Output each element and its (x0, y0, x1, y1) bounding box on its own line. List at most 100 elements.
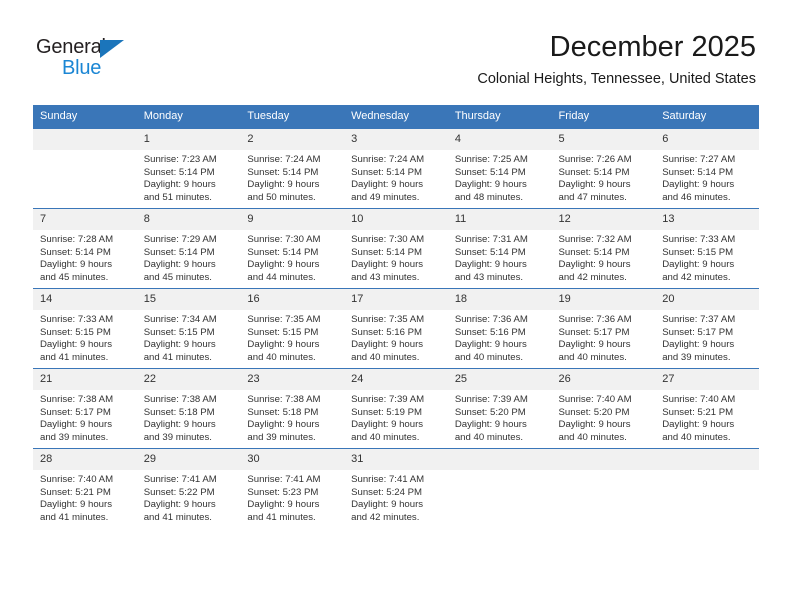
daylight-text: Daylight: 9 hours (558, 259, 631, 271)
calendar-day-cell-21[interactable]: 21 Sunrise: 7:38 AM Sunset: 5:17 PM Dayligh… (33, 369, 137, 448)
calendar-day-cell-24[interactable]: 24 Sunrise: 7:39 AM Sunset: 5:19 PM Dayligh… (344, 369, 448, 448)
calendar-day-cell-5[interactable]: 5 Sunrise: 7:26 AM Sunset: 5:14 PM Daylight… (551, 129, 656, 208)
general-blue-logo[interactable]: General Blue (36, 36, 146, 82)
calendar-day-cell-10[interactable]: 10 Sunrise: 7:30 AM Sunset: 5:14 PM Dayligh… (344, 209, 448, 288)
calendar-day-cell-empty (33, 129, 137, 208)
calendar-week-row: 7 Sunrise: 7:28 AM Sunset: 5:14 PM Daylight… (33, 209, 759, 288)
day-detail: Sunrise: 7:30 AM Sunset: 5:14 PM Daylight:… (344, 230, 448, 284)
calendar-day-cell-1[interactable]: 1 Sunrise: 7:23 AM Sunset: 5:14 PM Daylight… (136, 129, 241, 208)
calendar-day-cell-11[interactable]: 11 Sunrise: 7:31 AM Sunset: 5:14 PM Dayligh… (447, 209, 552, 288)
sunset-text: Sunset: 5:17 PM (40, 406, 111, 418)
sunset-text: Sunset: 5:14 PM (558, 246, 630, 258)
sunset-text: Sunset: 5:17 PM (662, 326, 734, 338)
calendar-day-cell-30[interactable]: 30 Sunrise: 7:41 AM Sunset: 5:23 PM Dayligh… (240, 449, 345, 528)
sunrise-text: Sunrise: 7:36 AM (558, 314, 632, 325)
daylight-text: and 41 minutes. (40, 511, 109, 523)
sunrise-text: Sunrise: 7:41 AM (351, 474, 425, 485)
calendar-day-cell-14[interactable]: 14 Sunrise: 7:33 AM Sunset: 5:15 PM Dayligh… (33, 289, 137, 368)
daylight-text: and 48 minutes. (454, 191, 524, 203)
daylight-text: and 44 minutes. (247, 271, 316, 283)
sunrise-text: Sunrise: 7:31 AM (454, 234, 528, 245)
calendar-day-cell-15[interactable]: 15 Sunrise: 7:34 AM Sunset: 5:15 PM Dayligh… (136, 289, 241, 368)
page-title: December 2025 (549, 31, 756, 63)
weekday-header-monday: Monday (136, 105, 241, 128)
daylight-text: and 39 minutes. (143, 431, 212, 443)
day-number: 21 (33, 369, 137, 390)
day-number: 31 (344, 449, 448, 470)
page-header: General Blue December 2025 Colonial Heig… (0, 0, 792, 100)
daylight-text: Daylight: 9 hours (558, 179, 631, 191)
calendar-day-cell-7[interactable]: 7 Sunrise: 7:28 AM Sunset: 5:14 PM Daylight… (33, 209, 137, 288)
calendar-day-cell-27[interactable]: 27 Sunrise: 7:40 AM Sunset: 5:21 PM Dayligh… (655, 369, 759, 448)
day-detail: Sunrise: 7:33 AM Sunset: 5:15 PM Daylight:… (655, 230, 759, 284)
sunset-text: Sunset: 5:18 PM (143, 406, 215, 418)
calendar-day-cell-28[interactable]: 28 Sunrise: 7:40 AM Sunset: 5:21 PM Dayligh… (33, 449, 137, 528)
calendar-day-cell-9[interactable]: 9 Sunrise: 7:30 AM Sunset: 5:14 PM Daylight… (240, 209, 345, 288)
sunrise-text: Sunrise: 7:30 AM (247, 234, 321, 245)
sunrise-text: Sunrise: 7:38 AM (143, 394, 217, 405)
daylight-text: and 41 minutes. (247, 511, 316, 523)
day-number: 22 (136, 369, 241, 390)
daylight-text: Daylight: 9 hours (454, 339, 527, 351)
calendar-day-cell-26[interactable]: 26 Sunrise: 7:40 AM Sunset: 5:20 PM Dayligh… (551, 369, 656, 448)
sunrise-text: Sunrise: 7:24 AM (247, 154, 321, 165)
day-number: 13 (655, 209, 759, 230)
calendar-day-cell-29[interactable]: 29 Sunrise: 7:41 AM Sunset: 5:22 PM Dayligh… (136, 449, 241, 528)
sunset-text: Sunset: 5:16 PM (351, 326, 423, 338)
calendar-day-cell-3[interactable]: 3 Sunrise: 7:24 AM Sunset: 5:14 PM Daylight… (344, 129, 448, 208)
calendar-day-cell-12[interactable]: 12 Sunrise: 7:32 AM Sunset: 5:14 PM Dayligh… (551, 209, 656, 288)
day-detail: Sunrise: 7:33 AM Sunset: 5:15 PM Daylight:… (33, 310, 137, 364)
daylight-text: Daylight: 9 hours (247, 179, 320, 191)
sunrise-text: Sunrise: 7:40 AM (40, 474, 114, 485)
day-number: 29 (136, 449, 241, 470)
daylight-text: Daylight: 9 hours (247, 419, 320, 431)
calendar-day-cell-2[interactable]: 2 Sunrise: 7:24 AM Sunset: 5:14 PM Daylight… (240, 129, 345, 208)
calendar-day-cell-22[interactable]: 22 Sunrise: 7:38 AM Sunset: 5:18 PM Dayligh… (136, 369, 241, 448)
daylight-text: Daylight: 9 hours (143, 499, 216, 511)
calendar-day-cell-13[interactable]: 13 Sunrise: 7:33 AM Sunset: 5:15 PM Dayligh… (655, 209, 759, 288)
daylight-text: and 41 minutes. (40, 351, 109, 363)
sunset-text: Sunset: 5:24 PM (351, 486, 423, 498)
day-number: 4 (447, 129, 552, 150)
calendar-day-cell-19[interactable]: 19 Sunrise: 7:36 AM Sunset: 5:17 PM Dayligh… (551, 289, 656, 368)
calendar-day-cell-18[interactable]: 18 Sunrise: 7:36 AM Sunset: 5:16 PM Dayligh… (447, 289, 552, 368)
calendar-day-cell-empty (447, 449, 552, 528)
day-detail: Sunrise: 7:40 AM Sunset: 5:21 PM Daylight:… (655, 390, 759, 444)
daylight-text: Daylight: 9 hours (351, 259, 424, 271)
calendar-day-cell-23[interactable]: 23 Sunrise: 7:38 AM Sunset: 5:18 PM Dayligh… (240, 369, 345, 448)
sunrise-text: Sunrise: 7:28 AM (40, 234, 114, 245)
day-detail: Sunrise: 7:41 AM Sunset: 5:22 PM Daylight:… (137, 470, 241, 524)
calendar-day-cell-8[interactable]: 8 Sunrise: 7:29 AM Sunset: 5:14 PM Daylight… (136, 209, 241, 288)
sunset-text: Sunset: 5:15 PM (662, 246, 734, 258)
calendar-day-cell-4[interactable]: 4 Sunrise: 7:25 AM Sunset: 5:14 PM Daylight… (447, 129, 552, 208)
daylight-text: and 41 minutes. (143, 351, 212, 363)
sunset-text: Sunset: 5:14 PM (247, 166, 319, 178)
sunrise-text: Sunrise: 7:24 AM (351, 154, 425, 165)
daylight-text: Daylight: 9 hours (662, 179, 735, 191)
day-detail: Sunrise: 7:23 AM Sunset: 5:14 PM Daylight:… (137, 150, 241, 204)
calendar-day-cell-16[interactable]: 16 Sunrise: 7:35 AM Sunset: 5:15 PM Dayligh… (240, 289, 345, 368)
day-number: 19 (551, 289, 656, 310)
sunrise-text: Sunrise: 7:41 AM (247, 474, 321, 485)
daylight-text: and 43 minutes. (454, 271, 524, 283)
calendar-day-cell-6[interactable]: 6 Sunrise: 7:27 AM Sunset: 5:14 PM Daylight… (655, 129, 759, 208)
calendar-page: General Blue December 2025 Colonial Heig… (0, 0, 792, 612)
calendar-day-cell-17[interactable]: 17 Sunrise: 7:35 AM Sunset: 5:16 PM Dayligh… (344, 289, 448, 368)
calendar-day-cell-31[interactable]: 31 Sunrise: 7:41 AM Sunset: 5:24 PM Dayligh… (344, 449, 448, 528)
day-detail: Sunrise: 7:28 AM Sunset: 5:14 PM Daylight:… (33, 230, 137, 284)
daylight-text: Daylight: 9 hours (558, 339, 631, 351)
day-detail: Sunrise: 7:32 AM Sunset: 5:14 PM Daylight:… (552, 230, 656, 284)
sunset-text: Sunset: 5:16 PM (454, 326, 526, 338)
calendar-day-cell-25[interactable]: 25 Sunrise: 7:39 AM Sunset: 5:20 PM Dayligh… (447, 369, 552, 448)
day-detail: Sunrise: 7:38 AM Sunset: 5:18 PM Daylight:… (240, 390, 344, 444)
calendar-day-cell-20[interactable]: 20 Sunrise: 7:37 AM Sunset: 5:17 PM Dayligh… (655, 289, 759, 368)
sunrise-text: Sunrise: 7:39 AM (351, 394, 425, 405)
day-detail: Sunrise: 7:31 AM Sunset: 5:14 PM Daylight:… (448, 230, 552, 284)
weekday-header-thursday: Thursday (447, 105, 552, 128)
sunrise-text: Sunrise: 7:35 AM (351, 314, 425, 325)
daylight-text: Daylight: 9 hours (351, 419, 424, 431)
day-number: 30 (240, 449, 345, 470)
daylight-text: Daylight: 9 hours (40, 339, 112, 351)
day-number: 14 (33, 289, 137, 310)
sunset-text: Sunset: 5:14 PM (454, 246, 526, 258)
